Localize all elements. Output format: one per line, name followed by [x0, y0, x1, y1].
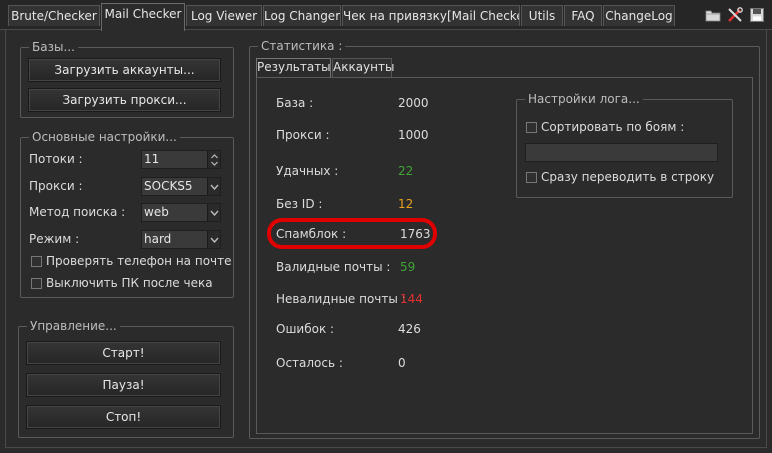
proxy-label: Прокси :	[29, 179, 83, 193]
log-settings-title: Настройки лога...	[525, 92, 643, 106]
stat-spamblock-value: 1763	[400, 227, 431, 241]
main-settings-group: Основные настройки... Потоки : 11 Прокси…	[20, 130, 234, 298]
tab-mail-checker[interactable]: Mail Checker	[101, 3, 185, 31]
stat-invalid-mail-value: 144	[400, 292, 423, 306]
stat-valid-mail-value: 59	[400, 260, 416, 274]
stat-no-id-label: Без ID :	[276, 197, 323, 211]
search-method-value: web	[144, 205, 169, 219]
stat-no-id-value: 12	[398, 197, 414, 211]
stat-base-label: База :	[276, 96, 314, 110]
to-line-checkbox[interactable]	[526, 172, 537, 183]
load-accounts-button[interactable]: Загрузить аккаунты...	[28, 58, 221, 82]
sort-by-fights-label: Сортировать по боям :	[541, 120, 685, 134]
stat-errors-label: Ошибок :	[276, 322, 335, 336]
tab-results[interactable]: Результаты	[256, 58, 331, 77]
search-method-label: Метод поиска :	[29, 205, 126, 219]
search-method-select[interactable]: web	[141, 203, 221, 222]
threads-label: Потоки :	[29, 152, 83, 166]
stat-remaining-label: Осталось :	[276, 356, 343, 370]
tab-log-changer[interactable]: Log Changer	[263, 5, 341, 26]
save-icon[interactable]	[748, 6, 766, 24]
bases-group: Базы... Загрузить аккаунты... Загрузить …	[20, 40, 234, 118]
sort-filter-input[interactable]	[525, 143, 718, 162]
stat-invalid-mail-label: Невалидные почты :	[276, 292, 406, 306]
stepper-arrows-icon[interactable]	[207, 151, 220, 168]
tab-log-viewer[interactable]: Log Viewer	[186, 5, 262, 26]
stat-errors-value: 426	[398, 322, 421, 336]
statistics-group: Статистика : Результаты Аккаунты База : …	[249, 39, 760, 439]
bases-title: Базы...	[29, 40, 78, 54]
folder-icon[interactable]	[704, 6, 722, 24]
proxy-type-value: SOCKS5	[144, 179, 193, 193]
mode-select[interactable]: hard	[141, 230, 221, 249]
log-settings-group: Настройки лога... Сортировать по боям : …	[516, 92, 733, 198]
stat-success-label: Удачных :	[276, 164, 339, 178]
tab-accounts[interactable]: Аккаунты	[332, 58, 394, 77]
shutdown-pc-checkbox[interactable]	[31, 278, 42, 289]
chevron-down-icon[interactable]	[207, 178, 220, 195]
stop-button[interactable]: Стоп!	[26, 405, 221, 429]
stat-spamblock-label: Спамблок :	[276, 227, 347, 241]
stat-success-value: 22	[398, 164, 414, 178]
stat-valid-mail-label: Валидные почты :	[276, 260, 391, 274]
proxy-type-select[interactable]: SOCKS5	[141, 177, 221, 196]
main-tab-bar: Brute/Checker Mail Checker Log Viewer Lo…	[0, 0, 772, 31]
pause-button[interactable]: Пауза!	[26, 373, 221, 397]
tools-icon[interactable]	[726, 6, 744, 24]
threads-stepper[interactable]: 11	[141, 150, 221, 169]
tab-changelog[interactable]: ChangeLog	[603, 5, 675, 26]
stat-proxy-value: 1000	[398, 128, 429, 142]
stat-proxy-label: Прокси :	[276, 128, 330, 142]
load-proxies-button[interactable]: Загрузить прокси...	[28, 88, 221, 112]
main-panel: Базы... Загрузить аккаунты... Загрузить …	[5, 30, 767, 448]
mode-value: hard	[144, 232, 172, 246]
chevron-down-icon[interactable]	[207, 231, 220, 248]
to-line-label: Сразу переводить в строку	[541, 170, 715, 184]
tab-utils[interactable]: Utils	[521, 5, 563, 26]
main-settings-title: Основные настройки...	[29, 130, 180, 144]
statistics-title: Статистика :	[258, 39, 346, 53]
control-group: Управление... Старт! Пауза! Стоп!	[18, 319, 234, 438]
control-title: Управление...	[27, 319, 120, 333]
results-panel: База : 2000 Прокси : 1000 Удачных : 22 Б…	[256, 77, 753, 434]
stat-remaining-value: 0	[398, 356, 406, 370]
tab-faq[interactable]: FAQ	[564, 5, 602, 26]
mode-label: Режим :	[29, 232, 80, 246]
start-button[interactable]: Старт!	[26, 341, 221, 365]
check-phone-checkbox[interactable]	[31, 256, 42, 267]
chevron-down-icon[interactable]	[207, 204, 220, 221]
stat-base-value: 2000	[398, 96, 429, 110]
check-phone-label: Проверять телефон на почте	[46, 254, 232, 268]
sort-by-fights-checkbox[interactable]	[526, 122, 537, 133]
shutdown-pc-label: Выключить ПК после чека	[46, 276, 213, 290]
tab-brute-checker[interactable]: Brute/Checker	[8, 5, 100, 26]
tab-check-binding[interactable]: Чек на привязку[Mail Checker]	[342, 5, 520, 26]
threads-value: 11	[144, 152, 160, 166]
